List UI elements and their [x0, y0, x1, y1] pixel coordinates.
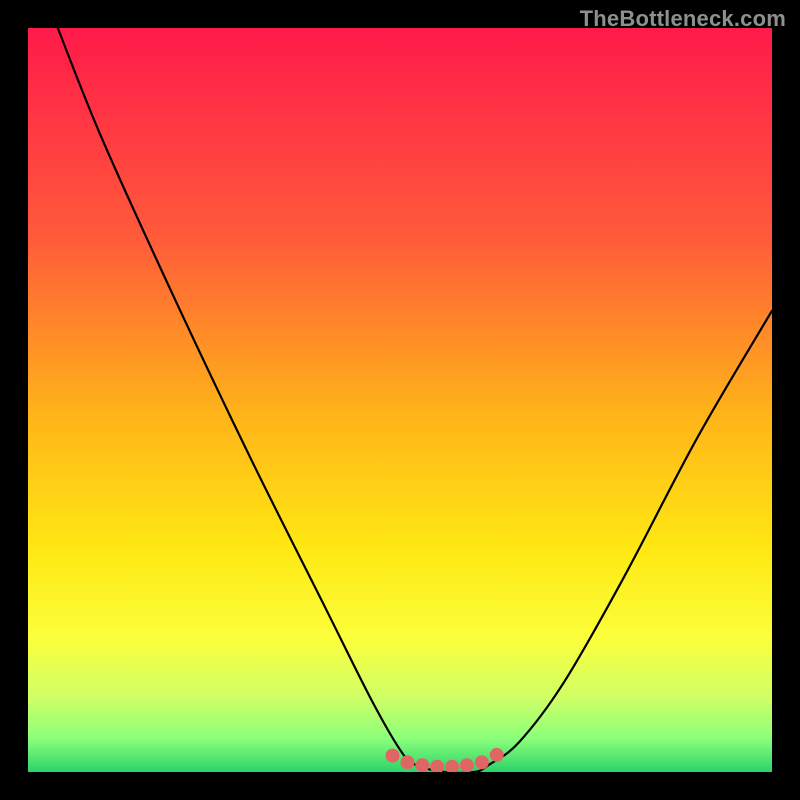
watermark-text: TheBottleneck.com [580, 6, 786, 32]
marker-dot [386, 749, 400, 763]
marker-dot [460, 758, 474, 772]
optimal-band-markers [386, 748, 504, 772]
marker-dot [475, 755, 489, 769]
marker-dot [430, 760, 444, 772]
marker-dot [445, 760, 459, 772]
marker-dot [415, 758, 429, 772]
chart-svg [28, 28, 772, 772]
marker-dot [400, 755, 414, 769]
chart-frame: TheBottleneck.com [0, 0, 800, 800]
plot-area [28, 28, 772, 772]
marker-dot [490, 748, 504, 762]
bottleneck-curve [58, 28, 772, 772]
